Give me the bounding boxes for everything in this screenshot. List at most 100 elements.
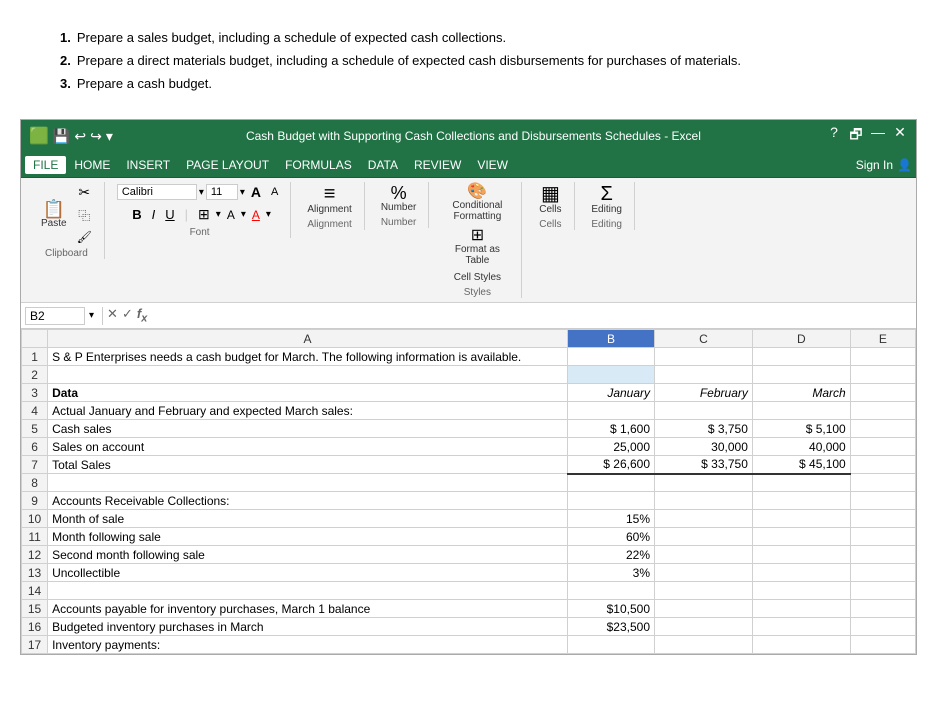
format-as-table-button[interactable]: ⊞ Format as Table — [441, 226, 513, 268]
cell-a8[interactable] — [48, 474, 568, 492]
increase-font-button[interactable]: A — [247, 182, 265, 202]
cell-e14[interactable] — [850, 582, 915, 600]
cell-c14[interactable] — [655, 582, 753, 600]
cell-d11[interactable] — [752, 528, 850, 546]
save-icon[interactable]: 💾 — [53, 128, 70, 145]
col-header-a[interactable]: A — [48, 330, 568, 348]
cell-b13[interactable]: 3% — [568, 564, 655, 582]
cell-b17[interactable] — [568, 636, 655, 654]
conditional-formatting-button[interactable]: 🎨 Conditional Formatting — [441, 182, 513, 224]
cell-a13[interactable]: Uncollectible — [48, 564, 568, 582]
col-header-b[interactable]: B — [568, 330, 655, 348]
cell-c13[interactable] — [655, 564, 753, 582]
cell-e1[interactable] — [850, 348, 915, 366]
cell-b2[interactable] — [568, 366, 655, 384]
borders-button[interactable]: ⊞ — [194, 204, 214, 225]
cell-c2[interactable] — [655, 366, 753, 384]
cell-b5[interactable]: $ 1,600 — [568, 420, 655, 438]
col-header-d[interactable]: D — [752, 330, 850, 348]
paste-button[interactable]: 📋 Paste — [37, 198, 71, 231]
editing-button[interactable]: Σ Editing — [587, 182, 626, 217]
menu-home[interactable]: HOME — [66, 156, 118, 174]
cell-c1[interactable] — [655, 348, 753, 366]
col-header-c[interactable]: C — [655, 330, 753, 348]
cell-ref-dropdown[interactable]: ▾ — [89, 310, 94, 321]
cell-d12[interactable] — [752, 546, 850, 564]
cell-b11[interactable]: 60% — [568, 528, 655, 546]
cell-b12[interactable]: 22% — [568, 546, 655, 564]
fill-dropdown[interactable]: ▾ — [241, 209, 246, 220]
cell-e8[interactable] — [850, 474, 915, 492]
menu-formulas[interactable]: FORMULAS — [277, 156, 360, 174]
cell-b14[interactable] — [568, 582, 655, 600]
cell-e9[interactable] — [850, 492, 915, 510]
cell-c10[interactable] — [655, 510, 753, 528]
cell-a5[interactable]: Cash sales — [48, 420, 568, 438]
cell-a12[interactable]: Second month following sale — [48, 546, 568, 564]
cell-b6[interactable]: 25,000 — [568, 438, 655, 456]
cell-b16[interactable]: $23,500 — [568, 618, 655, 636]
font-color-dropdown[interactable]: ▾ — [266, 209, 271, 220]
cells-button[interactable]: ▦ Cells — [534, 182, 566, 217]
cell-b4[interactable] — [568, 402, 655, 420]
cell-a4[interactable]: Actual January and February and expected… — [48, 402, 568, 420]
cell-a10[interactable]: Month of sale — [48, 510, 568, 528]
cell-c5[interactable]: $ 3,750 — [655, 420, 753, 438]
menu-page-layout[interactable]: PAGE LAYOUT — [178, 156, 277, 174]
cell-a3[interactable]: Data — [48, 384, 568, 402]
cell-e13[interactable] — [850, 564, 915, 582]
font-name-input[interactable] — [117, 184, 197, 200]
confirm-formula-icon[interactable]: ✓ — [122, 306, 133, 325]
bold-button[interactable]: B — [128, 205, 145, 224]
cell-d8[interactable] — [752, 474, 850, 492]
cell-e16[interactable] — [850, 618, 915, 636]
cell-e7[interactable] — [850, 456, 915, 474]
number-button[interactable]: % Number — [377, 182, 421, 215]
col-header-e[interactable]: E — [850, 330, 915, 348]
cancel-formula-icon[interactable]: ✕ — [107, 306, 118, 325]
cell-d17[interactable] — [752, 636, 850, 654]
menu-view[interactable]: VIEW — [469, 156, 516, 174]
cell-d4[interactable] — [752, 402, 850, 420]
cell-c4[interactable] — [655, 402, 753, 420]
borders-dropdown[interactable]: ▾ — [216, 209, 221, 220]
cell-d5[interactable]: $ 5,100 — [752, 420, 850, 438]
cell-a1[interactable]: S & P Enterprises needs a cash budget fo… — [48, 348, 568, 366]
cell-a16[interactable]: Budgeted inventory purchases in March — [48, 618, 568, 636]
cell-d15[interactable] — [752, 600, 850, 618]
font-name-dropdown-icon[interactable]: ▾ — [199, 187, 204, 198]
cell-e12[interactable] — [850, 546, 915, 564]
restore-button[interactable]: 🗗 — [848, 124, 864, 148]
sign-in[interactable]: Sign In 👤 — [856, 158, 912, 172]
cell-b10[interactable]: 15% — [568, 510, 655, 528]
cell-e10[interactable] — [850, 510, 915, 528]
redo-icon[interactable]: ↪ — [90, 128, 102, 145]
cell-e4[interactable] — [850, 402, 915, 420]
cell-a15[interactable]: Accounts payable for inventory purchases… — [48, 600, 568, 618]
cell-b9[interactable] — [568, 492, 655, 510]
menu-insert[interactable]: INSERT — [118, 156, 178, 174]
cell-styles-button[interactable]: Cell Styles — [450, 270, 505, 285]
cell-c9[interactable] — [655, 492, 753, 510]
cell-b1[interactable] — [568, 348, 655, 366]
cell-a7[interactable]: Total Sales — [48, 456, 568, 474]
cell-d16[interactable] — [752, 618, 850, 636]
cell-d6[interactable]: 40,000 — [752, 438, 850, 456]
cell-e2[interactable] — [850, 366, 915, 384]
cell-c15[interactable] — [655, 600, 753, 618]
cell-a14[interactable] — [48, 582, 568, 600]
cell-c3[interactable]: February — [655, 384, 753, 402]
menu-review[interactable]: REVIEW — [406, 156, 469, 174]
cell-d13[interactable] — [752, 564, 850, 582]
cell-c17[interactable] — [655, 636, 753, 654]
cell-b15[interactable]: $10,500 — [568, 600, 655, 618]
cell-a11[interactable]: Month following sale — [48, 528, 568, 546]
cell-a9[interactable]: Accounts Receivable Collections: — [48, 492, 568, 510]
cell-c7[interactable]: $ 33,750 — [655, 456, 753, 474]
cell-b8[interactable] — [568, 474, 655, 492]
font-color-button[interactable]: A — [248, 206, 264, 224]
cell-c16[interactable] — [655, 618, 753, 636]
customize-icon[interactable]: ▾ — [106, 128, 113, 145]
copy-button[interactable]: ⿻ — [73, 205, 96, 226]
undo-icon[interactable]: ↩ — [74, 128, 86, 145]
